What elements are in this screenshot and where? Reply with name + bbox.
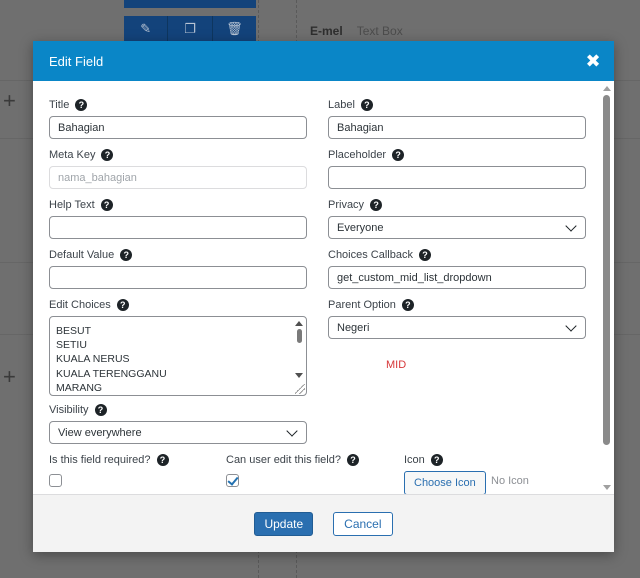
no-icon-status: No Icon (491, 475, 529, 487)
help-icon[interactable]: ? (430, 454, 443, 466)
help-icon[interactable]: ? (401, 299, 414, 311)
parent-option-selected: Negeri (337, 321, 370, 334)
scroll-thumb[interactable] (603, 95, 610, 445)
choices-callback-field: Choices Callback ? (328, 247, 586, 289)
chevron-down-icon (565, 219, 577, 232)
edit-choices-field: Edit Choices ? BESUT SETIU KUALA NERUS K… (49, 297, 307, 396)
textarea-scrollbar[interactable] (294, 319, 304, 379)
edit-choices-textarea[interactable]: BESUT SETIU KUALA NERUS KUALA TERENGGANU… (49, 316, 307, 396)
help-icon[interactable]: ? (75, 99, 88, 111)
icon-field: Icon ? Choose Icon (404, 452, 486, 494)
modal-footer: Update Cancel (33, 494, 614, 552)
trash-icon: 🗑 (226, 21, 243, 36)
editable-field: Can user edit this field? ? (226, 452, 359, 487)
choice-line: BESUT (56, 325, 92, 337)
update-button[interactable]: Update (254, 511, 314, 536)
default-value-field: Default Value ? (49, 247, 307, 289)
editable-label: Can user edit this field? (226, 454, 341, 466)
parent-option-label: Parent Option (328, 299, 396, 311)
scroll-thumb[interactable] (296, 329, 302, 343)
scroll-down-icon[interactable] (603, 485, 611, 490)
background-field-key: E-mel (310, 24, 343, 38)
background-field-type: Text Box (356, 24, 403, 38)
choice-line: MARANG (56, 381, 103, 394)
privacy-field: Privacy ? Everyone (328, 197, 586, 239)
choices-callback-label: Choices Callback (328, 249, 413, 261)
help-icon[interactable]: ? (100, 199, 113, 211)
help-icon[interactable]: ? (156, 454, 169, 466)
label-input[interactable] (328, 116, 586, 139)
icon-label: Icon (404, 454, 425, 466)
scroll-down-icon[interactable] (295, 373, 303, 378)
edit-choices-label: Edit Choices (49, 299, 111, 311)
title-label: Title (49, 99, 70, 111)
choice-line: KUALA TERENGGANU (56, 367, 167, 380)
resize-handle-icon[interactable] (295, 384, 305, 394)
choices-list: BESUT SETIU KUALA NERUS KUALA TERENGGANU… (56, 324, 167, 395)
parent-option-select[interactable]: Negeri (328, 316, 586, 339)
meta-key-label: Meta Key (49, 149, 96, 161)
choice-line: SETIU (56, 339, 87, 352)
placeholder-input[interactable] (328, 166, 586, 189)
required-label: Is this field required? (49, 454, 151, 466)
plus-icon: + (3, 88, 16, 113)
edit-field-modal: Edit Field ✖ Title ? Label ? Meta Key ? (33, 41, 614, 552)
modal-title: Edit Field (49, 53, 104, 69)
label-label: Label (328, 99, 355, 111)
default-value-label: Default Value (49, 249, 115, 261)
background-bar (124, 0, 256, 8)
privacy-label: Privacy (328, 199, 365, 211)
plus-icon: + (3, 364, 16, 389)
privacy-select[interactable]: Everyone (328, 216, 586, 239)
help-text-field: Help Text ? (49, 197, 307, 239)
modal-body: Title ? Label ? Meta Key ? Placeholder (33, 81, 614, 494)
choice-line: KUALA NERUS (56, 353, 130, 366)
pencil-icon: ✎ (124, 16, 169, 42)
help-text-label: Help Text (49, 199, 95, 211)
choices-callback-input[interactable] (328, 266, 586, 289)
chevron-down-icon (286, 424, 298, 437)
label-field: Label ? (328, 97, 586, 139)
cancel-button[interactable]: Cancel (333, 511, 393, 536)
parent-option-field: Parent Option ? Negeri (328, 297, 586, 339)
placeholder-field: Placeholder ? (328, 147, 586, 189)
visibility-select[interactable]: View everywhere (49, 421, 307, 444)
help-icon[interactable]: ? (418, 249, 431, 261)
visibility-label: Visibility (49, 404, 89, 416)
scroll-up-icon[interactable] (603, 86, 611, 91)
help-icon[interactable]: ? (360, 99, 373, 111)
help-icon[interactable]: ? (120, 249, 133, 261)
default-value-input[interactable] (49, 266, 307, 289)
title-field: Title ? (49, 97, 307, 139)
visibility-selected: View everywhere (58, 426, 142, 439)
help-icon[interactable]: ? (116, 299, 129, 311)
help-text-input[interactable] (49, 216, 307, 239)
close-icon[interactable]: ✖ (584, 51, 602, 71)
privacy-selected: Everyone (337, 221, 384, 234)
help-icon[interactable]: ? (346, 454, 359, 466)
modal-scrollbar[interactable] (600, 81, 614, 494)
mid-note: MID (386, 359, 407, 371)
chevron-down-icon (565, 319, 577, 332)
help-icon[interactable]: ? (94, 404, 107, 416)
required-field: Is this field required? ? (49, 452, 169, 487)
required-checkbox[interactable] (49, 474, 62, 487)
placeholder-label: Placeholder (328, 149, 387, 161)
meta-key-field: Meta Key ? (49, 147, 307, 189)
modal-header: Edit Field ✖ (33, 41, 614, 81)
choose-icon-button[interactable]: Choose Icon (404, 471, 486, 494)
editable-checkbox[interactable] (226, 474, 239, 487)
copy-icon: ❐ (168, 16, 213, 42)
background-action-bar: ✎ ❐ 🗑 (124, 16, 256, 42)
help-icon[interactable]: ? (101, 149, 114, 161)
visibility-field: Visibility ? View everywhere (49, 402, 307, 444)
help-icon[interactable]: ? (392, 149, 405, 161)
scroll-up-icon[interactable] (295, 321, 303, 326)
meta-key-input[interactable] (49, 166, 307, 189)
help-icon[interactable]: ? (370, 199, 383, 211)
title-input[interactable] (49, 116, 307, 139)
